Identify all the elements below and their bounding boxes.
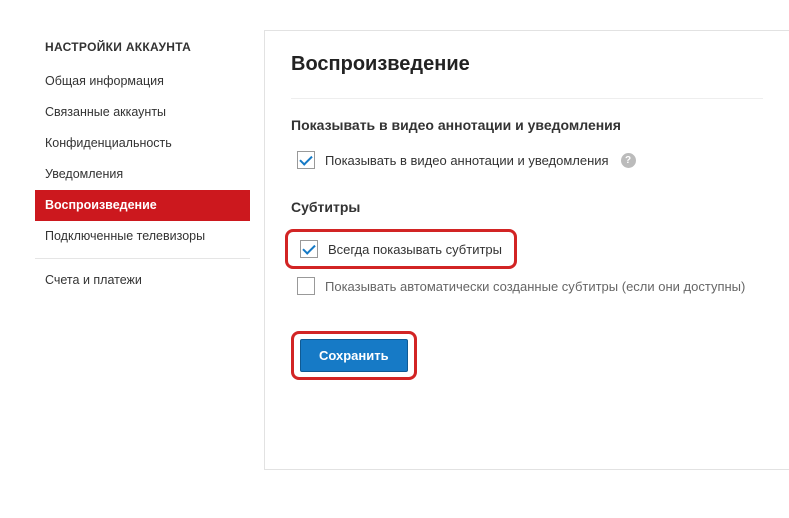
checkbox-auto-subtitles[interactable] <box>297 277 315 295</box>
sidebar-item-general[interactable]: Общая информация <box>35 66 250 97</box>
checkbox-row-always-subtitles: Всегда показывать субтитры <box>294 236 508 262</box>
page-title: Воспроизведение <box>291 53 763 76</box>
save-button[interactable]: Сохранить <box>300 339 408 372</box>
sidebar-item-billing[interactable]: Счета и платежи <box>35 265 250 296</box>
divider <box>291 98 763 99</box>
highlight-always-subtitles: Всегда показывать субтитры <box>285 229 517 269</box>
checkbox-auto-subtitles-label: Показывать автоматически созданные субти… <box>325 279 745 294</box>
checkbox-row-annotations: Показывать в видео аннотации и уведомлен… <box>291 147 763 173</box>
sidebar-item-connected-tvs[interactable]: Подключенные телевизоры <box>35 221 250 252</box>
checkbox-annotations[interactable] <box>297 151 315 169</box>
sidebar-item-privacy[interactable]: Конфиденциальность <box>35 128 250 159</box>
highlight-save-button: Сохранить <box>291 331 417 380</box>
sidebar-item-playback[interactable]: Воспроизведение <box>35 190 250 221</box>
sidebar-item-connected-accounts[interactable]: Связанные аккаунты <box>35 97 250 128</box>
checkbox-annotations-label: Показывать в видео аннотации и уведомлен… <box>325 153 609 168</box>
main-panel: Воспроизведение Показывать в видео аннот… <box>264 30 789 470</box>
sidebar-item-notifications[interactable]: Уведомления <box>35 159 250 190</box>
sidebar-divider <box>35 258 250 259</box>
section-annotations-title: Показывать в видео аннотации и уведомлен… <box>291 117 763 133</box>
checkbox-row-auto-subtitles: Показывать автоматически созданные субти… <box>291 273 763 299</box>
help-icon[interactable]: ? <box>621 153 636 168</box>
section-subtitles-title: Субтитры <box>291 199 763 215</box>
sidebar: НАСТРОЙКИ АККАУНТА Общая информация Связ… <box>35 30 250 470</box>
checkbox-always-subtitles-label: Всегда показывать субтитры <box>328 242 502 257</box>
sidebar-header: НАСТРОЙКИ АККАУНТА <box>35 36 250 66</box>
checkbox-always-subtitles[interactable] <box>300 240 318 258</box>
